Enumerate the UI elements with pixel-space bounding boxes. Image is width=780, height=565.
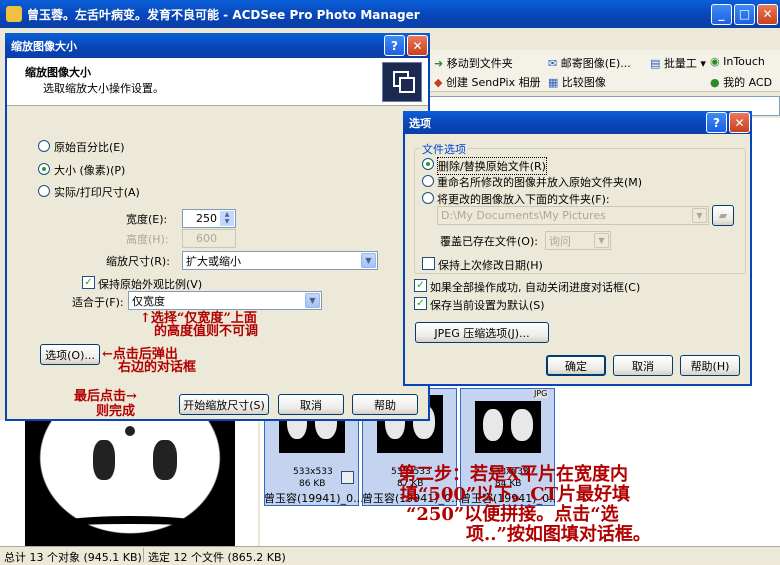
options-dialog-title: 选项 [409,116,431,130]
preview-lung-left [93,440,115,480]
width-label: 宽度(E): [126,213,168,226]
thumb-3-image [475,401,541,453]
resize-header-title: 缩放图像大小 [25,66,91,79]
options-button[interactable]: 选项(O)... [40,344,100,365]
jpg-badge: JPG [533,389,549,398]
options-help-button[interactable]: ? [706,112,727,133]
radio-replace-original[interactable] [422,158,434,170]
radio-print-size[interactable] [38,185,50,197]
radio-size-pixels[interactable] [38,163,50,175]
folder-move-icon: ➜ [434,57,444,70]
keep-ratio-label: 保持原始外观比例(V) [98,278,203,291]
resize-header: 缩放图像大小 选取缩放大小操作设置。 [7,58,428,106]
main-window-title: 曾玉蓉。左舌叶病变。发育不良可能 - ACDSee Pro Photo Mana… [27,7,420,22]
resize-dialog-title-bar: 缩放图像大小 ? ✕ [5,33,430,58]
height-label: 高度(H): [126,233,169,246]
save-default-checkbox[interactable]: ✓ [414,297,427,310]
maximize-button[interactable]: □ [734,3,755,25]
chevron-down-icon: ▼ [305,293,320,308]
acd-icon: ● [710,76,720,89]
toolbar-my-acd[interactable]: ● 我的 ACD [710,74,772,90]
status-divider [143,548,144,562]
radio-size-pixels-label: 大小 (像素)(P) [54,164,126,177]
preview-image [25,420,235,546]
browse-folder-button: ▰ [712,205,734,226]
toolbar-compare-images[interactable]: ▦ 比较图像 [548,74,606,90]
options-close-button[interactable]: ✕ [729,112,750,133]
main-title-bar: 曾玉蓉。左舌叶病变。发育不良可能 - ACDSee Pro Photo Mana… [0,0,780,28]
email-icon: ✉ [548,57,558,70]
resize-size-select[interactable]: 扩大或缩小 ▼ [182,251,378,270]
resize-help-text-button[interactable]: 帮助 [352,394,418,415]
resize-cancel-button[interactable]: 取消 [278,394,344,415]
radio-place-in-folder-label: 将更改的图像放入下面的文件夹(F): [437,193,610,206]
toolbar-intouch[interactable]: ◉ InTouch [710,55,765,68]
resize-help-button[interactable]: ? [384,35,405,56]
resize-close-button[interactable]: ✕ [407,35,428,56]
keep-date-label: 保持上次修改日期(H) [438,259,543,272]
thumb-1-checkbox[interactable] [341,471,354,484]
options-cancel-button[interactable]: 取消 [613,355,673,376]
width-spinner[interactable]: ▲ ▼ [220,211,234,226]
width-input[interactable]: 250 ▲ ▼ [182,209,236,228]
radio-replace-original-label: 删除/替换原始文件(R) [437,157,547,175]
overwrite-select: 询问 ▼ [545,231,611,250]
chevron-down-icon: ▼ [692,208,707,223]
chevron-down-icon: ▼ [361,253,376,268]
keep-date-checkbox[interactable] [422,257,435,270]
resize-header-desc: 选取缩放大小操作设置。 [43,82,164,95]
status-bar: 总计 13 个对象 (945.1 KB) 选定 12 个文件 (865.2 KB… [0,546,780,564]
resize-header-icon [382,62,422,102]
radio-place-in-folder[interactable] [422,192,434,204]
toolbar-email-images[interactable]: ✉ 邮寄图像(E)... [548,55,631,71]
annotation-last-click-2: 则完成 [96,404,136,419]
radio-print-size-label: 实际/打印尺寸(A) [54,186,140,199]
options-help-text-button[interactable]: 帮助(H) [680,355,740,376]
sendpix-icon: ◆ [434,76,443,89]
thumb-1-kb: 86 KB [299,479,326,489]
preview-ring [30,516,230,546]
minimize-button[interactable]: _ [711,3,732,25]
main-close-button[interactable]: ✕ [757,3,778,25]
compare-icon: ▦ [548,76,559,89]
jpeg-options-button[interactable]: JPEG 压缩选项(J)... [415,322,549,343]
preview-pane [0,420,258,546]
annotation-step2-line4: 项..”按如图填对话框。 [466,524,651,545]
radio-rename-to-original-folder[interactable] [422,175,434,187]
main-toolbar: ➜ 移动到文件夹 ✉ 邮寄图像(E)... ▤ 批量工 ▾ ◉ InTouch … [428,50,780,92]
toolbar-move-to-folder[interactable]: ➜ 移动到文件夹 [434,55,513,71]
file-options-group-title: 文件选项 [420,141,468,157]
auto-close-checkbox[interactable]: ✓ [414,279,427,292]
preview-vessel [125,426,135,436]
chevron-down-icon: ▼ [594,233,609,248]
auto-close-label: 如果全部操作成功, 自动关闭进度对话框(C) [430,281,641,294]
thumb-1-size: 533x533 [293,467,333,477]
annotation-select-width-2: 的高度值则不可调 [154,324,259,339]
toolbar-batch[interactable]: ▤ 批量工 ▾ [650,55,706,71]
thumb-1-name: 曾玉容(19941)_0... [264,492,364,505]
radio-rename-label: 重命名所修改的图像并放入原始文件夹(M) [437,176,643,189]
options-dialog-title-bar: 选项 ? ✕ [403,111,752,134]
preview-lung-right [153,440,177,480]
folder-path-select: D:\My Documents\My Pictures ▼ [437,206,709,225]
toolbar-create-sendpix[interactable]: ◆ 创建 SendPix 相册 [434,74,541,90]
options-ok-button[interactable]: 确定 [546,355,606,376]
annotation-click-popup-2: 右边的对话框 [118,360,197,375]
start-resize-button[interactable]: 开始缩放尺寸(S) [179,394,269,415]
fit-label: 适合于(F): [72,296,124,309]
intouch-icon: ◉ [710,55,720,68]
radio-original-percent-label: 原始百分比(E) [54,141,125,154]
resize-dialog-title: 缩放图像大小 [11,39,77,53]
app-icon [6,6,22,22]
overwrite-label: 覆盖已存在文件(O): [440,235,538,248]
batch-icon: ▤ [650,57,661,70]
save-default-label: 保存当前设置为默认(S) [430,299,545,312]
resize-size-label: 缩放尺寸(R): [106,255,170,268]
keep-ratio-checkbox[interactable]: ✓ [82,276,95,289]
height-input: 600 [182,229,236,248]
folder-icon: ▰ [718,209,728,222]
radio-original-percent[interactable] [38,140,50,152]
